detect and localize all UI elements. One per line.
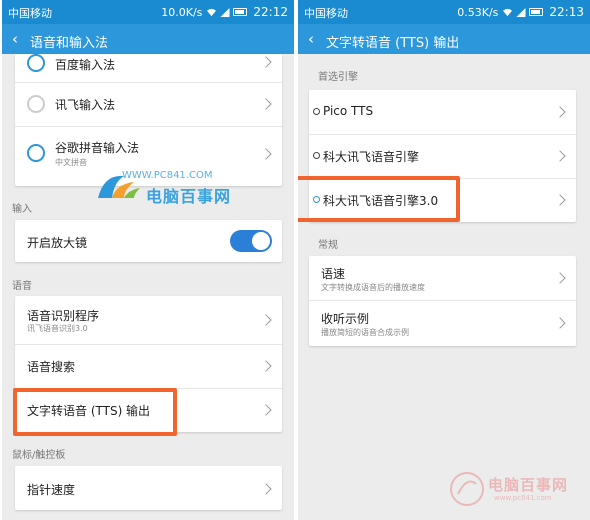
engine-label: 科大讯飞语音引擎3.0 (323, 194, 439, 208)
ime-label: 谷歌拼音输入法 (55, 141, 140, 155)
radio-selected-icon[interactable] (27, 144, 45, 162)
chevron-right-icon (260, 314, 272, 326)
tts-output-row[interactable]: 文字转语音 (TTS) 输出 (15, 388, 282, 432)
ime-label: 百度输入法 (55, 58, 116, 72)
battery-icon (233, 8, 248, 16)
voice-list: 语音识别程序 讯飞语音识别3.0 语音搜索 文字转语音 (TTS) 输出 (15, 296, 282, 432)
chevron-right-icon (554, 106, 566, 118)
wifi-icon (207, 8, 217, 16)
page-title: 文字转语音 (TTS) 输出 (326, 36, 460, 51)
ime-sublabel: 中文拼音 (55, 158, 87, 167)
ime-list: 百度输入法 讯飞输入法 谷歌拼音输入法 中文拼音 (15, 54, 282, 186)
engine-pico-row[interactable]: Pico TTS (309, 90, 576, 134)
watermark-name: 电脑百事网 (488, 476, 569, 494)
signal-icon (220, 7, 230, 17)
radio-unselected-icon[interactable] (313, 108, 320, 115)
listen-example-label: 收听示例 (321, 312, 370, 326)
voice-search-row[interactable]: 语音搜索 (15, 344, 282, 388)
pc841-seal-icon (450, 472, 484, 506)
engine-iflytek-row[interactable]: 科大讯飞语音引擎 (309, 134, 576, 178)
magnifier-toggle[interactable] (230, 230, 272, 252)
chevron-right-icon (554, 317, 566, 329)
watermark-name: 电脑百事网 (146, 187, 232, 206)
speech-rate-label: 语速 (321, 267, 346, 281)
ime-label: 讯飞输入法 (55, 98, 116, 112)
tts-output-label: 文字转语音 (TTS) 输出 (27, 404, 151, 418)
voice-search-label: 语音搜索 (27, 360, 76, 374)
general-list: 语速 文字转换成语音后的播放速度 收听示例 播放简短的语音合成示例 (309, 256, 576, 346)
chevron-right-icon (260, 56, 272, 68)
back-arrow-icon[interactable]: ‹ (12, 30, 18, 48)
engine-label: Pico TTS (323, 104, 374, 118)
back-arrow-icon[interactable]: ‹ (308, 30, 314, 48)
section-preferred-engine: 首选引擎 (318, 72, 358, 83)
chevron-right-icon (260, 360, 272, 372)
engine-iflytek3-row[interactable]: 科大讯飞语音引擎3.0 (309, 178, 576, 222)
magnifier-label: 开启放大镜 (27, 236, 88, 250)
chevron-right-icon (260, 98, 272, 110)
watermark-url: www.pc841.com (494, 494, 552, 502)
radio-selected-icon[interactable] (313, 196, 320, 203)
pointer-speed-row[interactable]: 指针速度 (15, 466, 282, 510)
status-bar: 中国移动 0.53K/s 22:13 (298, 0, 590, 24)
section-mouse: 鼠标/触控板 (12, 450, 66, 461)
section-general: 常规 (318, 240, 338, 251)
chevron-right-icon (554, 150, 566, 162)
chevron-right-icon (554, 272, 566, 284)
network-speed: 0.53K/s (457, 5, 499, 19)
ime-item-baidu[interactable]: 百度输入法 (15, 54, 282, 82)
listen-example-sublabel: 播放简短的语音合成示例 (321, 328, 409, 337)
radio-unselected-icon[interactable] (27, 95, 45, 113)
voice-recognizer-label: 语音识别程序 (27, 309, 100, 323)
chevron-right-icon (554, 194, 566, 206)
engine-label: 科大讯飞语音引擎 (323, 150, 420, 164)
wifi-icon (503, 8, 513, 16)
status-bar: 中国移动 10.0K/s 22:12 (2, 0, 294, 24)
carrier-label: 中国移动 (304, 7, 348, 20)
clock: 22:12 (253, 5, 288, 19)
page-title: 语音和输入法 (30, 36, 109, 51)
pointer-speed-label: 指针速度 (27, 483, 76, 497)
engine-list: Pico TTS 科大讯飞语音引擎 科大讯飞语音引擎3.0 (309, 90, 576, 222)
chevron-right-icon (260, 404, 272, 416)
chevron-right-icon (260, 483, 272, 495)
radio-unselected-icon[interactable] (313, 152, 320, 159)
chevron-right-icon (260, 148, 272, 160)
section-input: 输入 (12, 204, 32, 215)
watermark-url: WWW.PC841.COM (122, 170, 213, 181)
speech-rate-row[interactable]: 语速 文字转换成语音后的播放速度 (309, 256, 576, 300)
bottom-watermark: 电脑百事网 www.pc841.com (448, 470, 588, 510)
battery-icon (529, 8, 544, 16)
clock: 22:13 (549, 5, 584, 19)
signal-icon (516, 7, 526, 17)
left-screen: 中国移动 10.0K/s 22:12 ‹ 语音和输入法 百度输入法 讯飞输入法 (2, 0, 294, 520)
section-voice: 语音 (12, 281, 32, 292)
speech-rate-sublabel: 文字转换成语音后的播放速度 (321, 283, 425, 292)
listen-example-row[interactable]: 收听示例 播放简短的语音合成示例 (309, 300, 576, 346)
app-bar: ‹ 语音和输入法 (2, 24, 294, 54)
pointer-card: 指针速度 (15, 466, 282, 510)
carrier-label: 中国移动 (8, 7, 52, 20)
ime-item-xunfei[interactable]: 讯飞输入法 (15, 82, 282, 126)
app-bar: ‹ 文字转语音 (TTS) 输出 (298, 24, 590, 54)
voice-recognizer-row[interactable]: 语音识别程序 讯飞语音识别3.0 (15, 296, 282, 344)
magnifier-card: 开启放大镜 (15, 220, 282, 262)
voice-recognizer-sublabel: 讯飞语音识别3.0 (27, 324, 88, 333)
magnifier-row[interactable]: 开启放大镜 (15, 220, 282, 262)
right-screen: 中国移动 0.53K/s 22:13 ‹ 文字转语音 (TTS) 输出 首选引擎… (298, 0, 590, 520)
network-speed: 10.0K/s (161, 5, 203, 19)
radio-selected-icon[interactable] (27, 54, 45, 72)
